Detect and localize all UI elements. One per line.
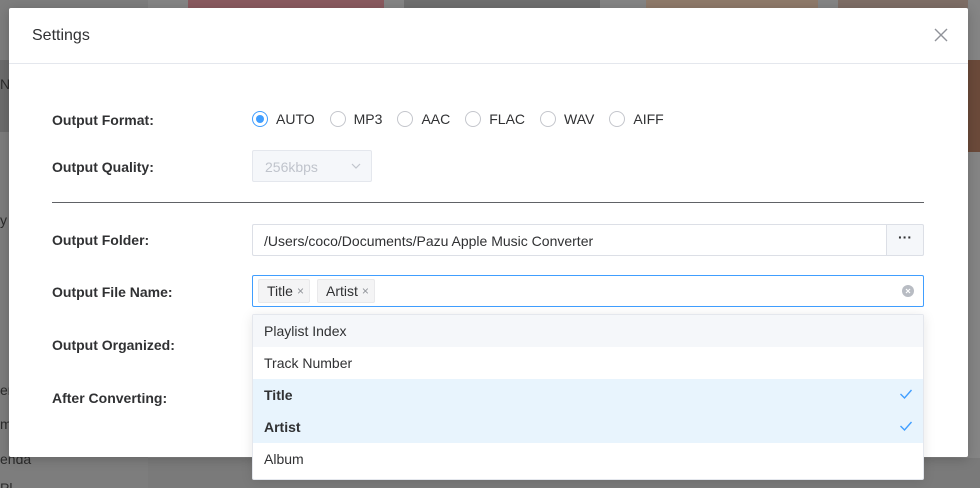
background-album-photo [968,60,980,152]
dropdown-option-artist[interactable]: Artist [253,411,923,443]
background-text: Pl [0,480,13,488]
radio-wav[interactable]: WAV [540,111,594,127]
tag-artist: Artist × [317,279,375,303]
close-button[interactable] [934,28,948,42]
output-format-label: Output Format: [52,112,154,128]
tag-label: Title [267,283,293,299]
radio-mp3[interactable]: MP3 [329,111,383,127]
clear-icon[interactable] [902,285,914,297]
output-folder-value: /Users/coco/Documents/Pazu Apple Music C… [264,233,594,249]
tag-label: Artist [326,283,358,299]
radio-flac[interactable]: FLAC [465,111,525,127]
option-label: Album [264,451,304,467]
radio-unchecked-icon [609,111,626,127]
dropdown-option-track-number[interactable]: Track Number [253,347,923,379]
tag-close-icon[interactable]: × [362,284,369,298]
dropdown-option-album[interactable]: Album [253,443,923,475]
radio-unchecked-icon [329,111,346,127]
section-divider [52,202,924,203]
clear-x-icon [905,288,911,294]
background-text: y [0,212,7,228]
radio-unchecked-icon [465,111,482,127]
radio-label: AIFF [633,111,664,127]
output-quality-label: Output Quality: [52,159,154,175]
radio-auto[interactable]: AUTO [252,111,315,127]
radio-label: WAV [564,111,595,127]
background-album-thumb [188,0,384,8]
option-label: Track Number [264,355,353,371]
option-label: Title [264,387,293,403]
file-name-dropdown: Playlist Index Track Number Title Artist… [252,314,924,480]
after-converting-label: After Converting: [52,390,168,406]
radio-label: MP3 [353,111,383,127]
output-organized-label: Output Organized: [52,337,175,353]
radio-checked-icon [252,111,268,127]
check-icon [900,421,913,432]
dialog-header: Settings [9,8,968,64]
output-folder-label: Output Folder: [52,232,150,248]
dialog-title: Settings [32,27,90,44]
radio-aac[interactable]: AAC [397,111,450,127]
option-label: Artist [264,419,301,435]
browse-folder-button[interactable]: ··· [886,224,924,256]
output-file-name-select[interactable]: Title × Artist × [252,275,924,307]
radio-label: FLAC [489,111,526,127]
tag-title: Title × [258,279,310,303]
option-label: Playlist Index [264,323,347,339]
chevron-down-icon [351,163,361,169]
radio-aiff[interactable]: AIFF [609,111,664,127]
background-album-thumb [404,0,600,8]
radio-unchecked-icon [397,111,414,127]
output-file-name-label: Output File Name: [52,284,173,300]
output-format-radio-group: AUTO MP3 AAC FLAC WAV AIFF [252,110,679,128]
output-folder-input[interactable]: /Users/coco/Documents/Pazu Apple Music C… [252,224,887,256]
check-icon [900,389,913,400]
radio-label: AAC [421,111,451,127]
dropdown-option-playlist-index[interactable]: Playlist Index [253,315,923,347]
dropdown-option-title[interactable]: Title [253,379,923,411]
radio-label: AUTO [276,111,315,127]
output-quality-value: 256kbps [265,159,318,175]
background-album-thumb [646,0,818,8]
radio-unchecked-icon [540,111,557,127]
tag-close-icon[interactable]: × [297,284,304,298]
output-quality-select[interactable]: 256kbps [252,150,372,182]
close-icon [934,28,948,42]
background-album-thumb [838,0,968,8]
